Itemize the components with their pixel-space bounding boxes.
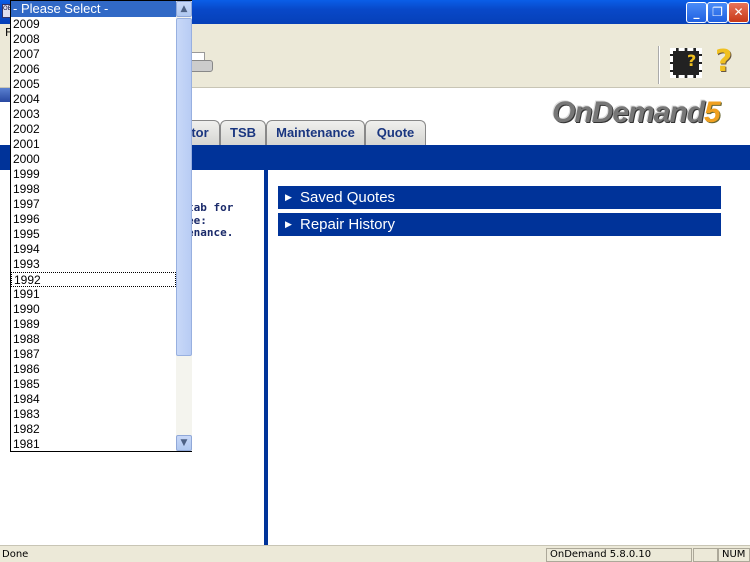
- close-button[interactable]: ✕: [728, 2, 749, 23]
- dropdown-option-1989[interactable]: 1989: [11, 317, 176, 332]
- restore-button[interactable]: ❐: [707, 2, 728, 23]
- expand-arrow-icon: ▶: [285, 219, 292, 229]
- dropdown-option-1993[interactable]: 1993: [11, 257, 176, 272]
- dropdown-option-2006[interactable]: 2006: [11, 62, 176, 77]
- status-bar: Done OnDemand 5.8.0.10 NUM: [0, 545, 750, 562]
- repair-history-section[interactable]: ▶ Repair History: [278, 213, 721, 236]
- dropdown-option-1994[interactable]: 1994: [11, 242, 176, 257]
- dropdown-option-1995[interactable]: 1995: [11, 227, 176, 242]
- dropdown-option-1991[interactable]: 1991: [11, 287, 176, 302]
- status-text: Done: [2, 549, 29, 560]
- dropdown-selected-option[interactable]: - Please Select -: [11, 1, 176, 17]
- ondemand-logo: OnDemand5: [552, 96, 721, 129]
- instruction-text: enance.: [187, 226, 234, 239]
- tab-tsb[interactable]: TSB: [220, 120, 266, 146]
- dropdown-option-1982[interactable]: 1982: [11, 422, 176, 437]
- tab-quote[interactable]: Quote: [365, 120, 426, 146]
- dropdown-option-2009[interactable]: 2009: [11, 17, 176, 32]
- dropdown-option-1985[interactable]: 1985: [11, 377, 176, 392]
- num-lock-panel: NUM: [718, 548, 750, 562]
- dropdown-option-2005[interactable]: 2005: [11, 77, 176, 92]
- dropdown-option-1992[interactable]: 1992: [11, 272, 176, 287]
- scroll-thumb[interactable]: [176, 18, 192, 356]
- dropdown-option-1987[interactable]: 1987: [11, 347, 176, 362]
- dropdown-option-2007[interactable]: 2007: [11, 47, 176, 62]
- tab-maintenance[interactable]: Maintenance: [266, 120, 365, 146]
- saved-quotes-section[interactable]: ▶ Saved Quotes: [278, 186, 721, 209]
- instruction-text: tab for: [187, 201, 234, 214]
- expand-arrow-icon: ▶: [285, 192, 292, 202]
- video-help-icon[interactable]: ?: [670, 48, 702, 78]
- dropdown-option-1998[interactable]: 1998: [11, 182, 176, 197]
- dropdown-option-2008[interactable]: 2008: [11, 32, 176, 47]
- year-dropdown-list[interactable]: - Please Select - 2009 2008 2007 2006 2005 20…: [10, 0, 192, 452]
- dropdown-option-2001[interactable]: 2001: [11, 137, 176, 152]
- panel-divider: [264, 170, 268, 545]
- scrollbar[interactable]: ▲ ▼: [176, 1, 192, 451]
- dropdown-option-1997[interactable]: 1997: [11, 197, 176, 212]
- minimize-button[interactable]: _: [686, 2, 707, 23]
- dropdown-option-1988[interactable]: 1988: [11, 332, 176, 347]
- status-panel: [693, 548, 718, 562]
- scroll-down-icon[interactable]: ▼: [176, 435, 192, 451]
- dropdown-option-2003[interactable]: 2003: [11, 107, 176, 122]
- dropdown-option-2002[interactable]: 2002: [11, 122, 176, 137]
- dropdown-option-1986[interactable]: 1986: [11, 362, 176, 377]
- dropdown-option-2000[interactable]: 2000: [11, 152, 176, 167]
- dropdown-option-2004[interactable]: 2004: [11, 92, 176, 107]
- dropdown-option-1983[interactable]: 1983: [11, 407, 176, 422]
- scroll-up-icon[interactable]: ▲: [176, 1, 192, 17]
- dropdown-option-1981[interactable]: 1981: [11, 437, 176, 452]
- dropdown-option-1984[interactable]: 1984: [11, 392, 176, 407]
- version-panel: OnDemand 5.8.0.10: [546, 548, 692, 562]
- help-icon[interactable]: ?: [715, 44, 732, 79]
- dropdown-option-1999[interactable]: 1999: [11, 167, 176, 182]
- dropdown-option-1996[interactable]: 1996: [11, 212, 176, 227]
- dropdown-option-1990[interactable]: 1990: [11, 302, 176, 317]
